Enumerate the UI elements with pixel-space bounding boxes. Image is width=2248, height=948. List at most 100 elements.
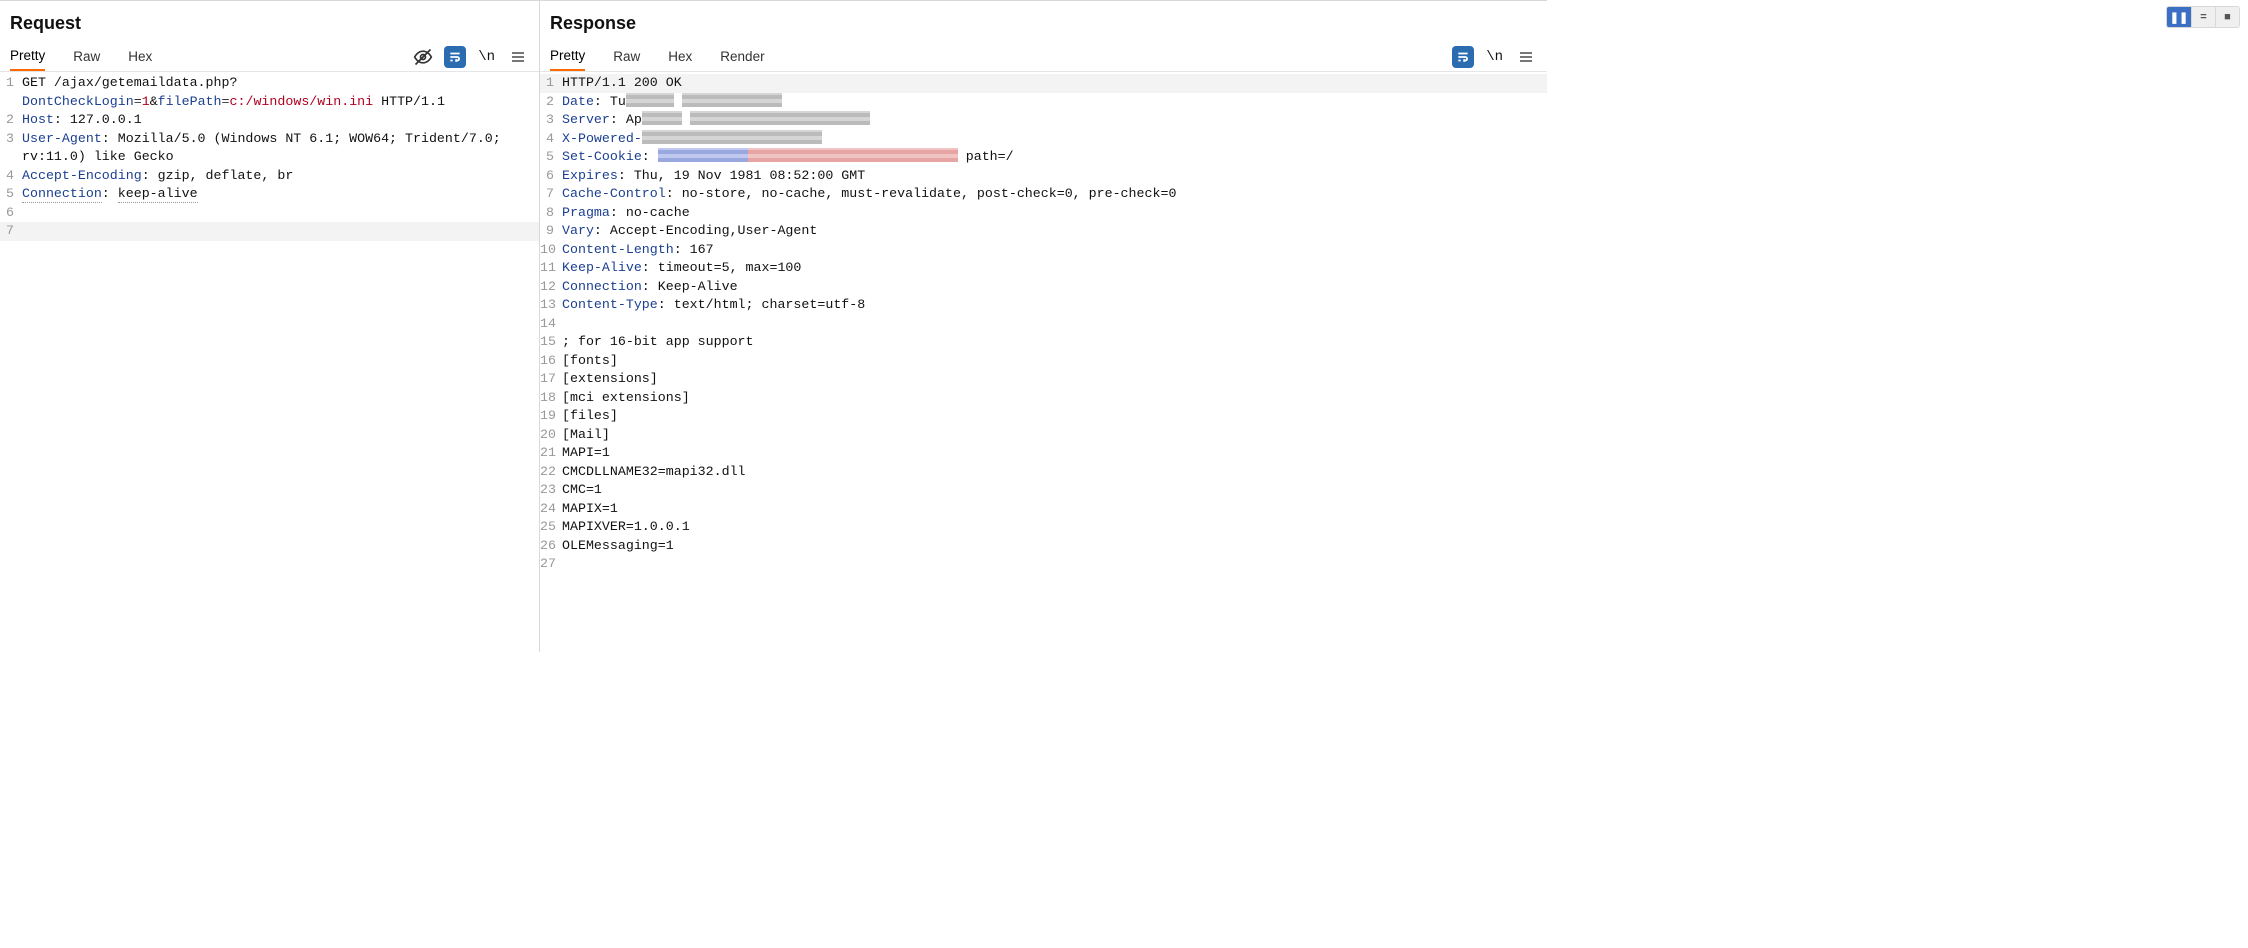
tab-hex[interactable]: Hex — [128, 44, 152, 70]
visibility-icon[interactable] — [412, 46, 434, 68]
line-number: 12 — [540, 278, 562, 297]
intercept-pause-button[interactable]: ❚❚ — [2167, 7, 2191, 27]
code-line[interactable]: 12Connection: Keep-Alive — [540, 278, 1547, 297]
code-line[interactable]: 1GET /ajax/getemaildata.php?DontCheckLog… — [0, 74, 539, 111]
code-line[interactable]: 2Host: 127.0.0.1 — [0, 111, 539, 130]
line-number: 4 — [540, 130, 562, 149]
code-line[interactable]: 10Content-Length: 167 — [540, 241, 1547, 260]
code-line[interactable]: 16[fonts] — [540, 352, 1547, 371]
line-text[interactable]: [fonts] — [562, 352, 1547, 371]
intercept-stop-button[interactable]: ■ — [2215, 7, 2239, 27]
code-line[interactable]: 4X-Powered- — [540, 130, 1547, 149]
line-text[interactable]: Cache-Control: no-store, no-cache, must-… — [562, 185, 1547, 204]
line-text[interactable]: CMCDLLNAME32=mapi32.dll — [562, 463, 1547, 482]
response-title: Response — [550, 13, 1537, 34]
wrap-icon[interactable] — [444, 46, 466, 68]
line-text[interactable]: [Mail] — [562, 426, 1547, 445]
line-number: 20 — [540, 426, 562, 445]
request-editor[interactable]: 1GET /ajax/getemaildata.php?DontCheckLog… — [0, 72, 539, 652]
line-text[interactable]: Content-Length: 167 — [562, 241, 1547, 260]
line-text[interactable]: Pragma: no-cache — [562, 204, 1547, 223]
line-number: 6 — [0, 204, 22, 223]
code-line[interactable]: 25MAPIXVER=1.0.0.1 — [540, 518, 1547, 537]
code-line[interactable]: 3User-Agent: Mozilla/5.0 (Windows NT 6.1… — [0, 130, 539, 167]
line-text[interactable]: X-Powered- — [562, 130, 1547, 149]
line-text[interactable]: OLEMessaging=1 — [562, 537, 1547, 556]
code-line[interactable]: 8Pragma: no-cache — [540, 204, 1547, 223]
code-line[interactable]: 6Expires: Thu, 19 Nov 1981 08:52:00 GMT — [540, 167, 1547, 186]
code-line[interactable]: 23CMC=1 — [540, 481, 1547, 500]
code-line[interactable]: 7Cache-Control: no-store, no-cache, must… — [540, 185, 1547, 204]
line-text[interactable]: MAPIX=1 — [562, 500, 1547, 519]
line-text[interactable]: Keep-Alive: timeout=5, max=100 — [562, 259, 1547, 278]
code-line[interactable]: 26OLEMessaging=1 — [540, 537, 1547, 556]
line-text[interactable] — [22, 222, 539, 241]
code-line[interactable]: 6 — [0, 204, 539, 223]
tab-pretty[interactable]: Pretty — [550, 43, 585, 71]
line-text[interactable]: Connection: keep-alive — [22, 185, 539, 204]
line-text[interactable]: ; for 16-bit app support — [562, 333, 1547, 352]
code-line[interactable]: 22CMCDLLNAME32=mapi32.dll — [540, 463, 1547, 482]
tab-pretty[interactable]: Pretty — [10, 43, 45, 71]
line-text[interactable]: Host: 127.0.0.1 — [22, 111, 539, 130]
line-number: 16 — [540, 352, 562, 371]
line-text[interactable] — [562, 315, 1547, 334]
code-line[interactable]: 7 — [0, 222, 539, 241]
menu-icon[interactable] — [1515, 46, 1537, 68]
line-text[interactable]: MAPIXVER=1.0.0.1 — [562, 518, 1547, 537]
line-text[interactable]: Server: Ap — [562, 111, 1547, 130]
line-text[interactable]: HTTP/1.1 200 OK — [562, 74, 1547, 93]
line-text[interactable]: Content-Type: text/html; charset=utf-8 — [562, 296, 1547, 315]
tab-render[interactable]: Render — [720, 44, 764, 70]
code-line[interactable]: 13Content-Type: text/html; charset=utf-8 — [540, 296, 1547, 315]
redacted-segment — [626, 93, 674, 107]
wrap-icon[interactable] — [1452, 46, 1474, 68]
tab-hex[interactable]: Hex — [668, 44, 692, 70]
response-header: Response — [540, 1, 1547, 42]
line-text[interactable]: Date: Tu — [562, 93, 1547, 112]
code-line[interactable]: 21MAPI=1 — [540, 444, 1547, 463]
line-text[interactable]: [files] — [562, 407, 1547, 426]
line-number: 26 — [540, 537, 562, 556]
line-number: 25 — [540, 518, 562, 537]
line-number: 1 — [540, 74, 562, 93]
code-line[interactable]: 4Accept-Encoding: gzip, deflate, br — [0, 167, 539, 186]
code-line[interactable]: 9Vary: Accept-Encoding,User-Agent — [540, 222, 1547, 241]
line-text[interactable]: Accept-Encoding: gzip, deflate, br — [22, 167, 539, 186]
line-text[interactable]: Connection: Keep-Alive — [562, 278, 1547, 297]
newline-icon[interactable]: \n — [1484, 46, 1505, 68]
code-line[interactable]: 3Server: Ap — [540, 111, 1547, 130]
code-line[interactable]: 24MAPIX=1 — [540, 500, 1547, 519]
line-text[interactable]: User-Agent: Mozilla/5.0 (Windows NT 6.1;… — [22, 130, 539, 167]
intercept-equal-button[interactable]: = — [2191, 7, 2215, 27]
line-text[interactable] — [562, 555, 1547, 574]
response-tabbar: Pretty Raw Hex Render \n — [540, 42, 1547, 72]
code-line[interactable]: 18[mci extensions] — [540, 389, 1547, 408]
code-line[interactable]: 2Date: Tu — [540, 93, 1547, 112]
code-line[interactable]: 15; for 16-bit app support — [540, 333, 1547, 352]
line-text[interactable]: Expires: Thu, 19 Nov 1981 08:52:00 GMT — [562, 167, 1547, 186]
line-text[interactable]: MAPI=1 — [562, 444, 1547, 463]
line-text[interactable]: GET /ajax/getemaildata.php?DontCheckLogi… — [22, 74, 539, 111]
code-line[interactable]: 1HTTP/1.1 200 OK — [540, 74, 1547, 93]
line-text[interactable]: CMC=1 — [562, 481, 1547, 500]
line-number: 13 — [540, 296, 562, 315]
code-line[interactable]: 27 — [540, 555, 1547, 574]
code-line[interactable]: 11Keep-Alive: timeout=5, max=100 — [540, 259, 1547, 278]
response-editor[interactable]: 1HTTP/1.1 200 OK2Date: Tu 3Server: Ap 4X… — [540, 72, 1547, 652]
line-text[interactable]: [mci extensions] — [562, 389, 1547, 408]
line-text[interactable]: Vary: Accept-Encoding,User-Agent — [562, 222, 1547, 241]
tab-raw[interactable]: Raw — [73, 44, 100, 70]
code-line[interactable]: 17[extensions] — [540, 370, 1547, 389]
line-text[interactable]: Set-Cookie: path=/ — [562, 148, 1547, 167]
line-text[interactable] — [22, 204, 539, 223]
code-line[interactable]: 5Connection: keep-alive — [0, 185, 539, 204]
code-line[interactable]: 14 — [540, 315, 1547, 334]
newline-icon[interactable]: \n — [476, 46, 497, 68]
line-text[interactable]: [extensions] — [562, 370, 1547, 389]
code-line[interactable]: 5Set-Cookie: path=/ — [540, 148, 1547, 167]
tab-raw[interactable]: Raw — [613, 44, 640, 70]
code-line[interactable]: 20[Mail] — [540, 426, 1547, 445]
code-line[interactable]: 19[files] — [540, 407, 1547, 426]
menu-icon[interactable] — [507, 46, 529, 68]
